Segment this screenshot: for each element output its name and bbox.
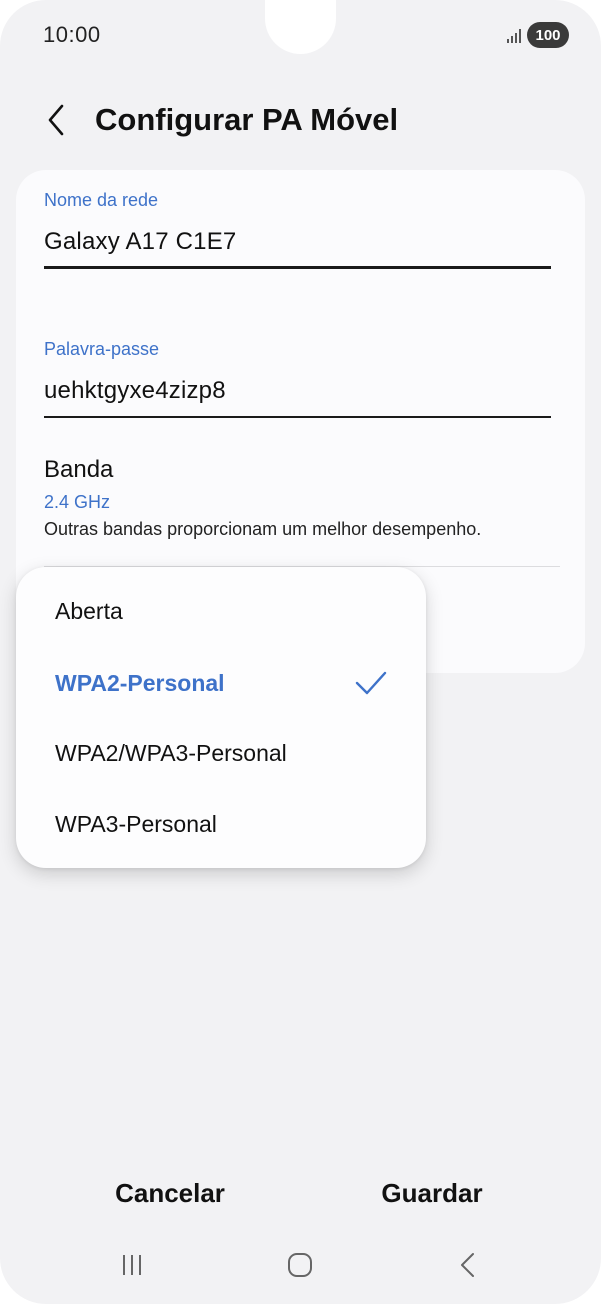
security-option-wpa2-wpa3-personal[interactable]: WPA2/WPA3-Personal (16, 720, 426, 786)
recents-icon (123, 1255, 141, 1275)
cancel-button[interactable]: Cancelar (70, 1168, 270, 1218)
security-dropdown-menu: Aberta WPA2-Personal WPA2/WPA3-Personal … (16, 567, 426, 868)
security-option-wpa3-personal[interactable]: WPA3-Personal (16, 791, 426, 857)
password-input[interactable]: uehktgyxe4zizp8 (44, 377, 226, 405)
security-option-aberta[interactable]: Aberta (16, 578, 426, 644)
status-time: 10:00 (43, 22, 101, 47)
option-label: WPA2/WPA3-Personal (55, 739, 287, 766)
option-label: WPA2-Personal (55, 669, 225, 696)
network-name-label: Nome da rede (44, 190, 159, 210)
battery-indicator: 100 (527, 22, 569, 48)
home-icon (288, 1253, 312, 1277)
home-button[interactable] (280, 1248, 320, 1282)
option-label: WPA3-Personal (55, 810, 217, 837)
band-title: Banda (44, 456, 114, 483)
password-label: Palavra-passe (44, 339, 160, 359)
network-name-underline (44, 266, 551, 269)
password-underline (44, 416, 551, 418)
band-value: 2.4 GHz (44, 492, 111, 512)
recents-button[interactable] (112, 1248, 152, 1282)
nav-back-button[interactable] (448, 1248, 488, 1282)
signal-icon (507, 27, 521, 43)
save-button[interactable]: Guardar (332, 1168, 532, 1218)
page-title: Configurar PA Móvel (95, 102, 399, 137)
navigation-bar (0, 1240, 601, 1290)
chevron-left-icon (48, 104, 64, 136)
status-indicators: 100 (507, 22, 569, 48)
camera-notch (265, 0, 336, 54)
back-icon (461, 1253, 474, 1277)
checkmark-icon (355, 671, 387, 695)
network-name-input[interactable]: Galaxy A17 C1E7 (44, 228, 236, 256)
phone-screen: 10:00 100 Configurar PA Móvel Nome da re… (0, 0, 601, 1304)
security-option-wpa2-personal[interactable]: WPA2-Personal (16, 650, 426, 716)
band-description: Outras bandas proporcionam um melhor des… (44, 519, 482, 539)
app-header: Configurar PA Móvel (0, 94, 601, 154)
back-button[interactable] (36, 100, 76, 140)
option-label: Aberta (55, 597, 123, 624)
